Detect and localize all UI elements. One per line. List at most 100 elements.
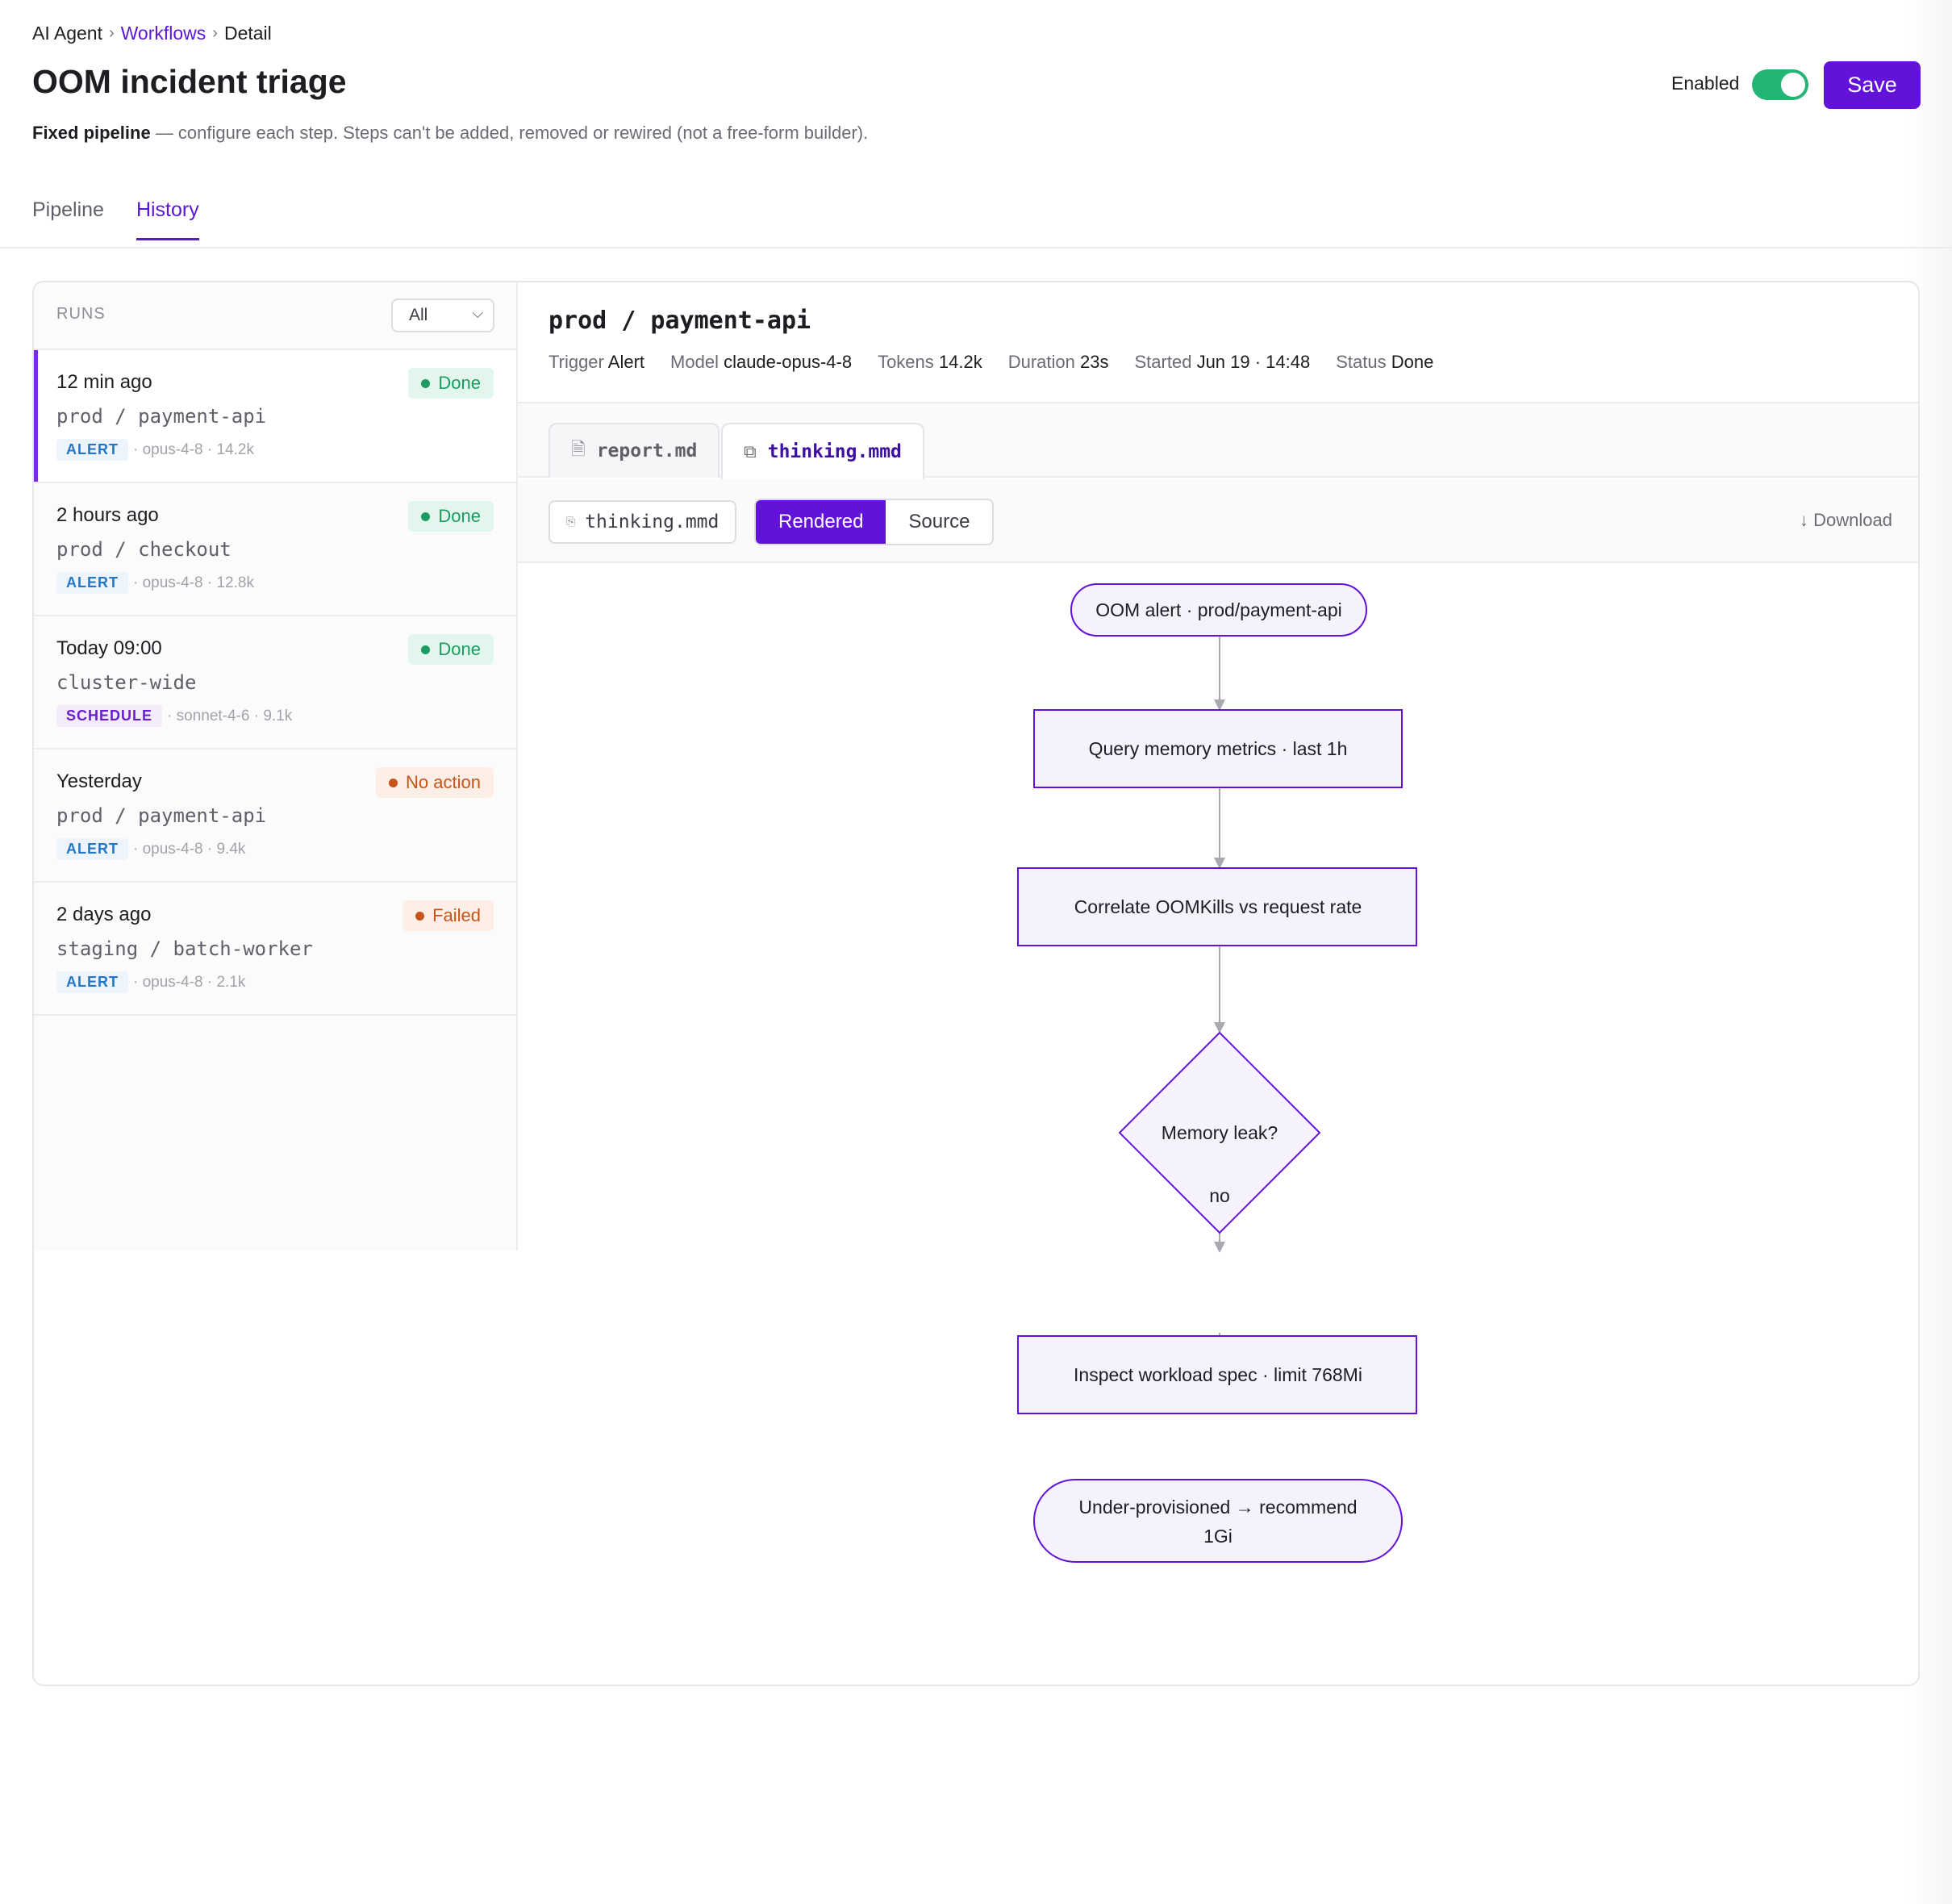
flowchart-icon: ⧉ [744, 441, 757, 462]
run-model-tokens: · opus-4-8 · 9.4k [133, 840, 246, 858]
file-tab-label: report.md [596, 441, 698, 461]
run-time: 12 min ago [56, 371, 152, 393]
flow-decision-label: Memory leak? [1162, 1122, 1278, 1143]
runs-panel: RUNS All ⌵ 12 min ago Done prod / paymen… [34, 282, 518, 1251]
meta-key: Status [1336, 352, 1387, 372]
rendered-button[interactable]: Rendered [756, 500, 886, 544]
status-badge: Done [408, 634, 494, 665]
run-detail-meta: Trigger Alert Model claude-opus-4-8 Toke… [548, 352, 1433, 373]
file-name: thinking.mmd [585, 511, 719, 532]
status-badge: No action [376, 767, 494, 798]
meta-value: claude-opus-4-8 [724, 352, 853, 372]
run-item[interactable]: 2 hours ago Done prod / checkout ALERT ·… [34, 483, 516, 616]
toggle-knob [1781, 73, 1805, 97]
breadcrumb-separator: › [212, 24, 218, 42]
meta-value: Alert [607, 352, 645, 372]
meta-trigger: Trigger Alert [548, 352, 644, 373]
meta-key: Tokens [878, 352, 934, 372]
run-meta: ALERT · opus-4-8 · 2.1k [56, 971, 245, 993]
run-item[interactable]: Today 09:00 Done cluster-wide SCHEDULE ·… [34, 616, 516, 749]
status-dot [415, 911, 425, 921]
meta-value: 14.2k [938, 352, 982, 372]
document-icon: 🗎 [571, 440, 586, 460]
flow-step-label: Query memory metrics · last 1h [1089, 738, 1348, 759]
status-label: Done [438, 639, 481, 659]
run-meta: ALERT · opus-4-8 · 9.4k [56, 838, 245, 860]
file-name-chip: ⎘ thinking.mmd [548, 500, 737, 544]
status-label: No action [406, 772, 481, 792]
trigger-badge: ALERT [56, 971, 128, 993]
meta-started: Started Jun 19 · 14:48 [1135, 352, 1311, 373]
breadcrumb-workflows-link[interactable]: Workflows [121, 23, 206, 44]
view-mode-toggle: Rendered Source [754, 499, 995, 545]
status-dot [421, 378, 431, 388]
history-card: RUNS All ⌵ 12 min ago Done prod / paymen… [32, 281, 1920, 1686]
breadcrumb-current: Detail [223, 23, 272, 44]
save-button[interactable]: Save [1824, 61, 1921, 109]
run-time: 2 hours ago [56, 504, 159, 526]
tabs-divider [0, 247, 1952, 248]
subtitle-text: — configure each step. Steps can't be ad… [150, 123, 869, 143]
meta-key: Duration [1007, 352, 1075, 372]
status-dot [389, 778, 398, 787]
meta-tokens: Tokens 14.2k [878, 352, 982, 373]
run-detail-title: prod / payment-api [548, 307, 811, 335]
breadcrumb-root[interactable]: AI Agent [32, 23, 102, 44]
source-button[interactable]: Source [886, 500, 992, 544]
run-target: prod / checkout [56, 538, 231, 561]
meta-key: Started [1134, 352, 1192, 372]
run-target: cluster-wide [56, 671, 197, 694]
status-badge: Done [408, 501, 494, 532]
flow-edge-label: no [1209, 1185, 1230, 1206]
meta-value: Done [1391, 352, 1434, 372]
run-item[interactable]: 12 min ago Done prod / payment-api ALERT… [34, 350, 516, 483]
run-model-tokens: · opus-4-8 · 12.8k [133, 574, 254, 591]
breadcrumb: AI Agent › Workflows › Detail [32, 23, 272, 44]
flow-end-label-line2: 1Gi [1203, 1526, 1233, 1547]
file-tab-report[interactable]: 🗎 report.md [548, 423, 720, 478]
breadcrumb-separator: › [108, 24, 115, 42]
flow-end-label-line1: Under-provisioned → recommend [1078, 1497, 1357, 1518]
status-dot [421, 645, 431, 654]
page-subtitle: Fixed pipeline — configure each step. St… [32, 123, 868, 144]
flow-end-node [1033, 1479, 1403, 1563]
run-item[interactable]: Yesterday No action prod / payment-api A… [34, 749, 516, 883]
run-meta: ALERT · opus-4-8 · 14.2k [56, 439, 254, 461]
run-item[interactable]: 2 days ago Failed staging / batch-worker… [34, 883, 516, 1016]
page-title: OOM incident triage [32, 63, 347, 100]
download-link[interactable]: ↓ Download [1800, 510, 1892, 531]
run-time: 2 days ago [56, 904, 152, 925]
file-tab-thinking[interactable]: ⧉ thinking.mmd [721, 423, 924, 479]
run-target: prod / payment-api [56, 405, 267, 428]
meta-duration: Duration 23s [1008, 352, 1109, 373]
enabled-toggle[interactable] [1752, 69, 1808, 100]
runs-header: RUNS All ⌵ [34, 282, 516, 350]
meta-value: Jun 19 · 14:48 [1196, 352, 1311, 372]
status-label: Done [438, 506, 481, 526]
trigger-badge: ALERT [56, 439, 128, 461]
enabled-label: Enabled [1671, 73, 1740, 94]
runs-filter-select[interactable]: All ⌵ [391, 299, 494, 332]
run-model-tokens: · opus-4-8 · 14.2k [133, 441, 254, 458]
meta-key: Model [670, 352, 719, 372]
run-model-tokens: · opus-4-8 · 2.1k [133, 973, 246, 991]
run-detail-panel: prod / payment-api Trigger Alert Model c… [518, 282, 1918, 1685]
status-label: Failed [432, 905, 481, 925]
meta-status: Status Done [1336, 352, 1433, 373]
trigger-badge: ALERT [56, 838, 128, 860]
tab-bar: Pipeline History [32, 198, 199, 240]
trigger-badge: ALERT [56, 572, 128, 594]
tab-history[interactable]: History [136, 198, 199, 240]
tab-pipeline[interactable]: Pipeline [32, 198, 104, 240]
status-label: Done [438, 373, 481, 393]
filter-value: All [409, 306, 428, 324]
run-time: Today 09:00 [56, 637, 162, 659]
flow-step-label: Inspect workload spec · limit 768Mi [1074, 1364, 1362, 1385]
run-meta: SCHEDULE · sonnet-4-6 · 9.1k [56, 705, 292, 727]
file-tab-label: thinking.mmd [767, 441, 902, 462]
meta-value: 23s [1080, 352, 1109, 372]
flow-step-label: Correlate OOMKills vs request rate [1074, 896, 1362, 917]
flowchart-diagram: OOM alert · prod/payment-api Query memor… [518, 565, 1918, 1685]
run-target: prod / payment-api [56, 804, 267, 827]
flowchart-svg: OOM alert · prod/payment-api Query memor… [1017, 583, 1417, 1563]
